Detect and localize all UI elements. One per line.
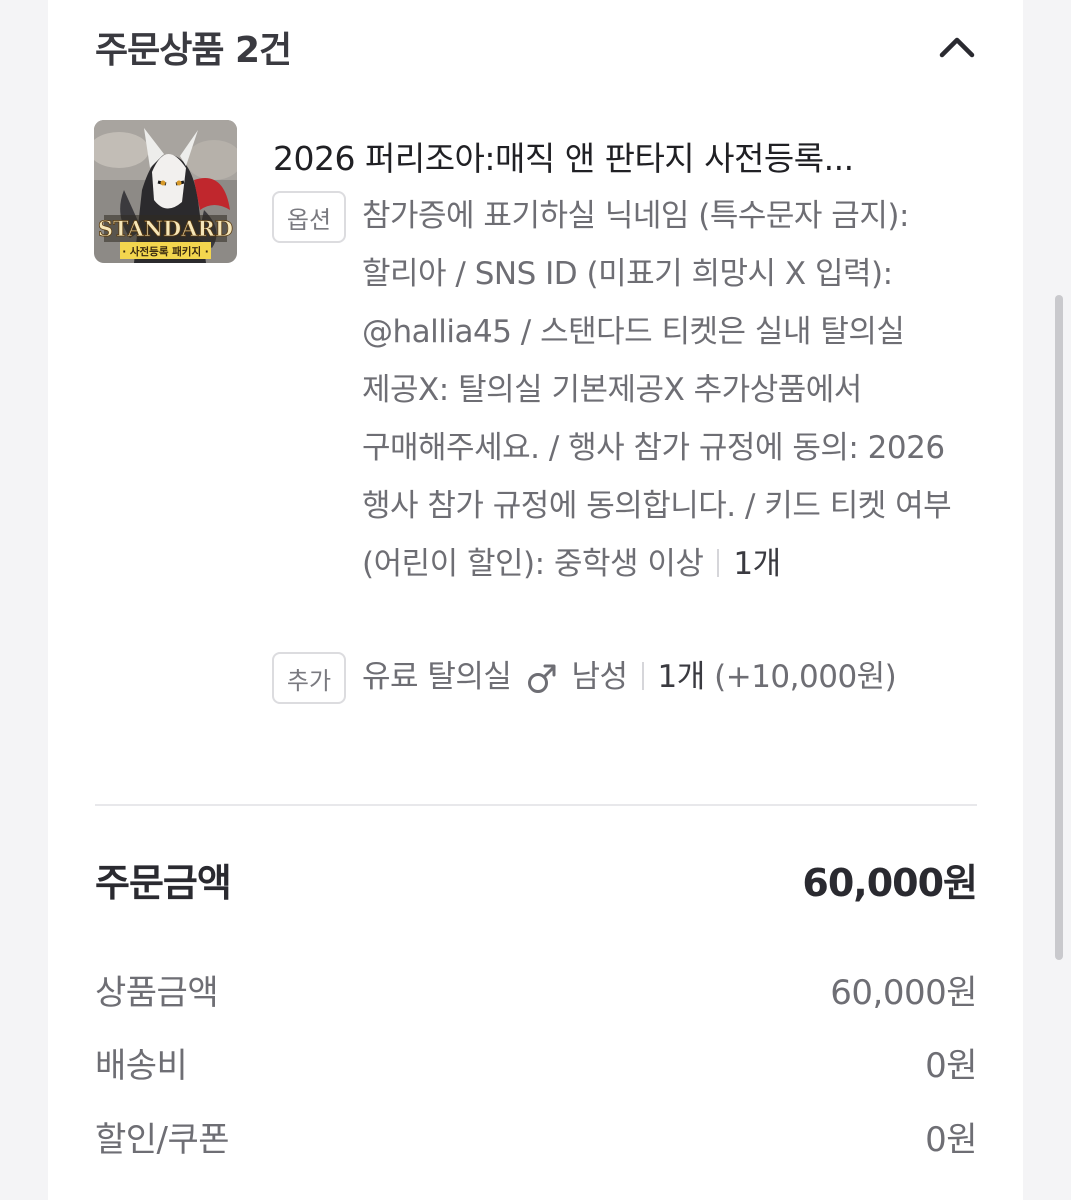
summary-row-discount: 할인/쿠폰 0원 (95, 1112, 977, 1161)
summary-row-shipping: 배송비 0원 (95, 1038, 977, 1087)
summary-row-product-amount: 상품금액 60,000원 (95, 965, 977, 1014)
option-tag: 옵션 (272, 191, 346, 243)
order-total-row: 주문금액 60,000원 (95, 852, 978, 907)
scrollbar[interactable] (1055, 295, 1063, 960)
summary-value: 0원 (925, 1046, 977, 1086)
order-total-label: 주문금액 (95, 861, 232, 905)
chevron-up-icon[interactable] (937, 27, 977, 67)
summary-label: 상품금액 (95, 973, 219, 1013)
summary-value: 60,000원 (830, 973, 977, 1013)
option-row: 옵션 참가증에 표기하실 닉네임 (특수문자 금지): 할리아 / SNS ID… (272, 187, 976, 593)
order-card: 주문상품 2건 STANDARD · 사전등록 패키지 · 2026 퍼리조아:… (48, 0, 1023, 1200)
divider (95, 804, 977, 806)
addon-row: 추가 유료 탈의실 남성 1개 (+10,000원) (272, 648, 976, 714)
summary-value: 0원 (925, 1120, 977, 1160)
addon-name: 유료 탈의실 (362, 659, 512, 695)
addon-price: (+10,000원) (714, 659, 897, 695)
thumbnail-badge-subtext: · 사전등록 패키지 · (122, 245, 209, 258)
separator (717, 549, 720, 577)
option-details: 참가증에 표기하실 닉네임 (특수문자 금지): 할리아 / SNS ID (미… (362, 187, 976, 593)
order-items-header[interactable]: 주문상품 2건 (95, 22, 977, 72)
addon-gender: 남성 (571, 659, 628, 695)
order-total-value: 60,000원 (802, 861, 978, 905)
addon-tag: 추가 (272, 652, 346, 704)
addon-details: 유료 탈의실 남성 1개 (+10,000원) (362, 648, 976, 714)
addon-quantity: 1개 (657, 659, 706, 695)
summary-label: 할인/쿠폰 (95, 1120, 230, 1160)
product-name[interactable]: 2026 퍼리조아:매직 앤 판타지 사전등록... (273, 132, 978, 180)
option-quantity: 1개 (733, 546, 781, 582)
order-items-title: 주문상품 2건 (95, 30, 292, 71)
separator (641, 662, 644, 690)
summary-label: 배송비 (95, 1046, 188, 1086)
option-text: 참가증에 표기하실 닉네임 (특수문자 금지): 할리아 / SNS ID (미… (362, 198, 952, 582)
male-icon (527, 656, 557, 714)
product-thumbnail[interactable]: STANDARD · 사전등록 패키지 · (94, 120, 237, 263)
thumbnail-badge-text: STANDARD (98, 216, 233, 241)
